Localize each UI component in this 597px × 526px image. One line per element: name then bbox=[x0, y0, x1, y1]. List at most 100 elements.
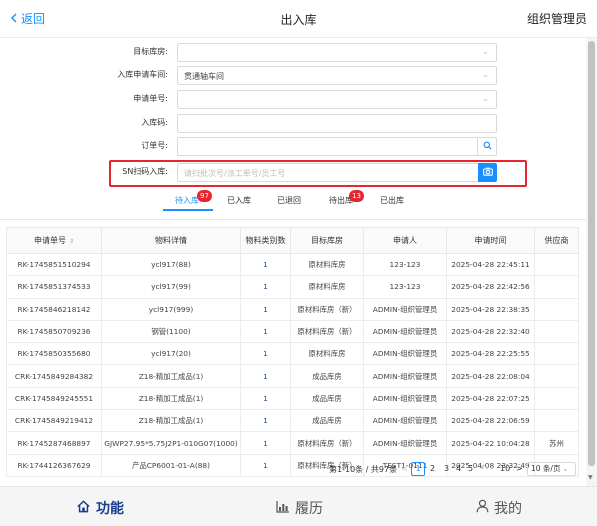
target-warehouse-select[interactable]: ⌄ bbox=[177, 43, 497, 62]
cell-supplier bbox=[534, 364, 579, 388]
table-row[interactable]: RK-1745851510294 ycl917(88) 1 原材料库房 123-123 2… bbox=[6, 252, 579, 277]
in-workshop-label: 入库申请车间: bbox=[117, 70, 168, 79]
cell-supplier bbox=[534, 409, 579, 433]
cell-category-count: 1 bbox=[240, 252, 291, 277]
cell-warehouse: 原材料库房（新） bbox=[290, 431, 364, 455]
tab-pending-in[interactable]: 待入库 97 bbox=[175, 190, 212, 206]
cell-material: ycl917(99) bbox=[101, 275, 241, 299]
cell-category-count: 1 bbox=[240, 319, 291, 344]
vertical-scrollbar[interactable]: ▼ bbox=[586, 38, 597, 486]
nav-mine[interactable]: 我的 bbox=[476, 498, 522, 518]
table-row[interactable]: RK-1745851374533 ycl917(99) 1 原材料库房 123-123 2… bbox=[6, 275, 579, 299]
table-row[interactable]: CRK-1745849219412 Z18-精加工成品(1) 1 成品库房 ADMIN-… bbox=[6, 409, 579, 433]
pagination: 第1-10条 / 共97条 < 1 2 3 4 5 ••• 10 > 10 条/… bbox=[0, 462, 586, 479]
form-row-in-workshop: 入库申请车间: 贯通轴车间 ⌄ bbox=[0, 66, 586, 86]
cell-time: 2025-04-28 22:45:11 bbox=[446, 252, 535, 277]
cell-material: ycl917(20) bbox=[101, 342, 241, 366]
cell-warehouse: 成品库房 bbox=[290, 386, 364, 411]
nav-history[interactable]: 履历 bbox=[276, 498, 323, 518]
tab-label: 待入库 bbox=[175, 196, 199, 205]
cell-material: Z18-精加工成品(1) bbox=[101, 386, 241, 411]
order-search-button[interactable] bbox=[477, 137, 497, 156]
page-title: 出入库 bbox=[280, 13, 317, 27]
cell-material: ycl917(999) bbox=[101, 297, 241, 321]
cell-request-no: RK-1745850355680 bbox=[6, 342, 102, 366]
cell-category-count: 1 bbox=[240, 386, 291, 411]
main-content: 目标库房: ⌄ 入库申请车间: 贯通轴车间 ⌄ 申请单号: ⌄ 入库码: 订单号… bbox=[0, 38, 586, 486]
nav-functions[interactable]: 功能 bbox=[76, 498, 124, 518]
cell-time: 2025-04-28 22:25:55 bbox=[446, 342, 535, 366]
page-button[interactable]: 2 bbox=[430, 464, 435, 473]
search-icon bbox=[482, 141, 492, 152]
scroll-down-icon[interactable]: ▼ bbox=[588, 474, 593, 481]
tab-stocked-out[interactable]: 已出库 bbox=[380, 195, 404, 206]
page-ellipsis[interactable]: ••• bbox=[480, 464, 494, 473]
cell-applicant: ADMIN-组织管理员 bbox=[363, 409, 447, 433]
scrollbar-thumb[interactable] bbox=[588, 41, 595, 466]
nav-label: 我的 bbox=[494, 501, 522, 517]
cell-time: 2025-04-28 22:32:40 bbox=[446, 319, 535, 344]
header-request-no[interactable]: 申请单号 ⇕ bbox=[6, 227, 102, 254]
cell-supplier bbox=[534, 319, 579, 344]
cell-material: Z18-精加工成品(1) bbox=[101, 409, 241, 433]
top-bar: 返回 出入库 组织管理员 bbox=[0, 0, 597, 38]
cell-supplier: 苏州 bbox=[534, 431, 579, 455]
nav-label: 功能 bbox=[96, 501, 124, 517]
prev-page-button[interactable]: < bbox=[401, 464, 408, 473]
user-name[interactable]: 组织管理员 bbox=[527, 10, 587, 27]
request-no-label: 申请单号: bbox=[133, 94, 168, 103]
page-button[interactable]: 3 bbox=[444, 464, 449, 473]
in-code-label: 入库码: bbox=[141, 118, 168, 127]
home-icon bbox=[76, 499, 91, 518]
form-row-target-warehouse: 目标库房: ⌄ bbox=[0, 43, 586, 63]
cell-warehouse: 原材料库房（新） bbox=[290, 319, 364, 344]
chevron-down-icon: ⌄ bbox=[482, 70, 489, 79]
in-code-input[interactable] bbox=[177, 114, 497, 133]
cell-category-count: 1 bbox=[240, 431, 291, 455]
in-workshop-select[interactable]: 贯通轴车间 ⌄ bbox=[177, 66, 497, 85]
page-button[interactable]: 5 bbox=[468, 464, 473, 473]
cell-applicant: ADMIN-组织管理员 bbox=[363, 431, 447, 455]
chart-icon bbox=[276, 500, 290, 517]
form-row-order-no: 订单号: bbox=[0, 137, 586, 157]
cell-material: ycl917(88) bbox=[101, 252, 241, 277]
header-label: 申请单号 bbox=[33, 236, 66, 245]
form-row-request-no: 申请单号: ⌄ bbox=[0, 90, 586, 110]
header-apply-time: 申请时间 bbox=[446, 227, 535, 254]
request-no-select[interactable]: ⌄ bbox=[177, 90, 497, 109]
table-row[interactable]: RK-1745846218142 ycl917(999) 1 原材料库房（新） ADMI… bbox=[6, 297, 579, 321]
cell-warehouse: 原材料库房 bbox=[290, 252, 364, 277]
table-row[interactable]: RK-1745850355680 ycl917(20) 1 原材料库房 ADMIN-组织… bbox=[6, 342, 579, 366]
cell-time: 2025-04-22 10:04:28 bbox=[446, 431, 535, 455]
cell-request-no: RK-1745850709236 bbox=[6, 319, 102, 344]
order-no-label: 订单号: bbox=[141, 141, 168, 150]
table-row[interactable]: RK-1745287468897 GJWP27.95*5.75J2P1-010G0… bbox=[6, 431, 579, 455]
tab-returned[interactable]: 已退回 bbox=[277, 195, 301, 206]
tab-pending-out[interactable]: 待出库 13 bbox=[329, 190, 364, 206]
tab-stocked-in[interactable]: 已入库 bbox=[227, 195, 251, 206]
cell-category-count: 1 bbox=[240, 409, 291, 433]
next-page-button[interactable]: > bbox=[516, 464, 523, 473]
cell-request-no: CRK-1745849219412 bbox=[6, 409, 102, 433]
records-table: 申请单号 ⇕ 物料详情 物料类别数 目标库房 申请人 申请时间 供应商 RK-17… bbox=[6, 227, 579, 477]
page-button[interactable]: 4 bbox=[456, 464, 461, 473]
cell-material: GJWP27.95*5.75J2P1-010G07(1000) bbox=[101, 431, 241, 455]
cell-request-no: CRK-1745849284382 bbox=[6, 364, 102, 388]
page-button-current[interactable]: 1 bbox=[411, 462, 425, 476]
user-icon bbox=[476, 499, 489, 517]
table-row[interactable]: CRK-1745849284382 Z18-精加工成品(1) 1 成品库房 ADMIN-… bbox=[6, 364, 579, 388]
order-no-input[interactable] bbox=[177, 137, 497, 156]
table-row[interactable]: CRK-1745849245551 Z18-精加工成品(1) 1 成品库房 ADMIN-… bbox=[6, 386, 579, 411]
table-row[interactable]: RK-1745850709236 钢管(1100) 1 原材料库房（新） ADMIN-组… bbox=[6, 319, 579, 344]
header-supplier: 供应商 bbox=[534, 227, 579, 254]
cell-applicant: ADMIN-组织管理员 bbox=[363, 319, 447, 344]
pagination-summary: 第1-10条 / 共97条 bbox=[329, 465, 398, 474]
page-button-last[interactable]: 10 bbox=[500, 464, 510, 473]
cell-supplier bbox=[534, 386, 579, 411]
page-size-select[interactable]: 10 条/页 ⌄ bbox=[527, 462, 576, 476]
sort-icon[interactable]: ⇕ bbox=[69, 238, 74, 245]
page-size-value: 10 条/页 bbox=[531, 464, 561, 473]
nav-label: 履历 bbox=[295, 501, 323, 517]
header-material: 物料详情 bbox=[101, 227, 241, 254]
cell-warehouse: 原材料库房（新） bbox=[290, 297, 364, 321]
